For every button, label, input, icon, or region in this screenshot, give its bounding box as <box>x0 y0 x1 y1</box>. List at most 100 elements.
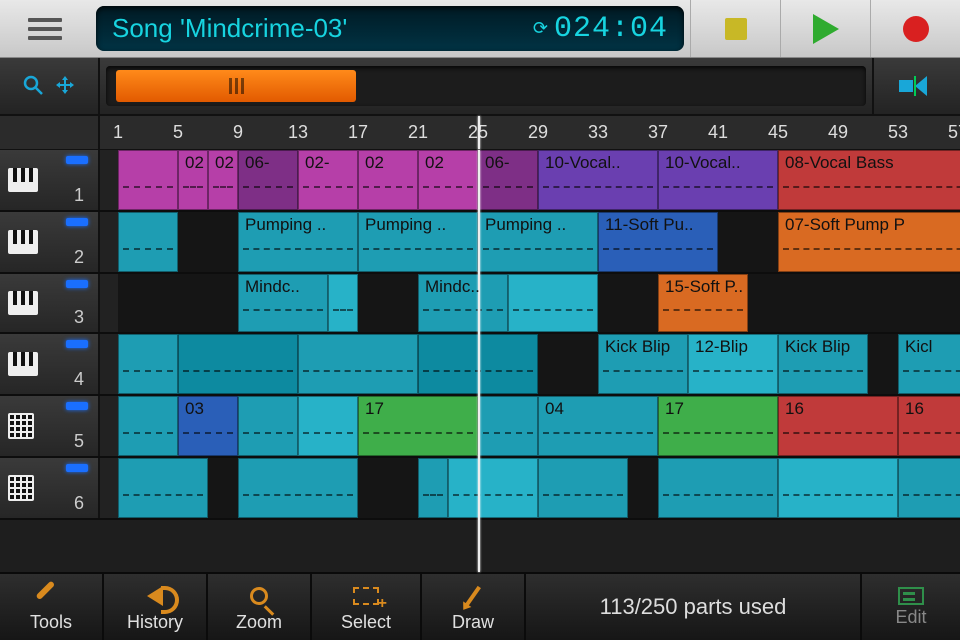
clip[interactable] <box>538 458 628 518</box>
viewport-region[interactable] <box>116 70 356 102</box>
clip[interactable]: 12-Blip <box>688 334 778 394</box>
empty-region <box>178 212 238 272</box>
history-button[interactable]: History <box>104 574 208 640</box>
clip[interactable]: 03 <box>178 396 238 456</box>
track-lane[interactable]: 020206-02-020206-10-Vocal..10-Vocal..08-… <box>100 150 960 210</box>
track-row: 3 Mindc.. Mindc.. 15-Soft P.. <box>0 274 960 334</box>
clip-label: 17 <box>665 399 684 418</box>
footer-toolbar: Tools History Zoom Select Draw 113/250 p… <box>0 572 960 640</box>
clip[interactable] <box>118 212 178 272</box>
track-header[interactable]: 4 <box>0 334 100 394</box>
menu-button[interactable] <box>0 0 90 57</box>
clip[interactable]: Pumping .. <box>478 212 598 272</box>
marquee-icon <box>353 587 379 605</box>
level-meter <box>66 402 88 410</box>
clip[interactable]: Kicl <box>898 334 960 394</box>
overview-scroll[interactable] <box>106 66 866 106</box>
clip[interactable]: Pumping .. <box>358 212 478 272</box>
clip[interactable]: 16 <box>778 396 898 456</box>
zoom-nav-button[interactable] <box>0 58 100 114</box>
clip[interactable] <box>118 396 178 456</box>
track-lane[interactable]: 03 17 04 17 16 16 <box>100 396 960 456</box>
clip[interactable] <box>418 334 538 394</box>
ruler-tick: 1 <box>113 122 123 143</box>
clip[interactable]: 08-Vocal Bass <box>778 150 960 210</box>
empty-region <box>358 274 418 332</box>
stop-button[interactable] <box>690 0 780 57</box>
clip[interactable] <box>118 150 178 210</box>
clip[interactable]: 02 <box>208 150 238 210</box>
clip[interactable]: 02 <box>418 150 478 210</box>
clip[interactable]: 15-Soft P.. <box>658 274 748 332</box>
clip[interactable] <box>448 458 538 518</box>
clip[interactable]: 06- <box>238 150 298 210</box>
clip[interactable]: Kick Blip <box>598 334 688 394</box>
clip[interactable]: 10-Vocal.. <box>538 150 658 210</box>
ruler-tick: 5 <box>173 122 183 143</box>
clip[interactable] <box>118 334 178 394</box>
clip[interactable] <box>478 396 538 456</box>
empty-region <box>118 274 238 332</box>
track-header[interactable]: 5 <box>0 396 100 456</box>
empty-region <box>598 274 658 332</box>
clip[interactable]: 17 <box>658 396 778 456</box>
clip[interactable]: 17 <box>358 396 478 456</box>
clip[interactable]: 04 <box>538 396 658 456</box>
clip[interactable]: 06- <box>478 150 538 210</box>
timeline-ruler[interactable]: 159131721252933374145495357 <box>100 116 960 149</box>
clip[interactable] <box>298 396 358 456</box>
clip[interactable] <box>658 458 778 518</box>
clip-label: 03 <box>185 399 204 418</box>
clip[interactable]: 07-Soft Pump P <box>778 212 960 272</box>
clip-label: 16 <box>785 399 804 418</box>
edit-button[interactable]: Edit <box>860 574 960 640</box>
select-label: Select <box>341 612 391 633</box>
clip[interactable]: 02 <box>358 150 418 210</box>
play-button[interactable] <box>780 0 870 57</box>
track-lane[interactable]: Pumping ..Pumping ..Pumping ..11-Soft Pu… <box>100 212 960 272</box>
clip[interactable]: 02 <box>178 150 208 210</box>
track-header[interactable]: 1 <box>0 150 100 210</box>
clip[interactable] <box>418 458 448 518</box>
ruler-tick: 17 <box>348 122 368 143</box>
track-header[interactable]: 6 <box>0 458 100 518</box>
record-button[interactable] <box>870 0 960 57</box>
piano-keys-icon <box>8 168 38 192</box>
track-header[interactable]: 3 <box>0 274 100 332</box>
track-number: 5 <box>74 431 84 452</box>
song-display[interactable]: Song 'Mindcrime-03' ⟳ 024:04 <box>96 6 684 51</box>
clip[interactable] <box>328 274 358 332</box>
clip-label: Kicl <box>905 337 932 356</box>
clip[interactable]: Pumping .. <box>238 212 358 272</box>
clip[interactable] <box>898 458 960 518</box>
clip[interactable] <box>118 458 208 518</box>
zoom-button[interactable]: Zoom <box>208 574 312 640</box>
select-button[interactable]: Select <box>312 574 422 640</box>
clip[interactable]: Mindc.. <box>238 274 328 332</box>
tools-button[interactable]: Tools <box>0 574 104 640</box>
clip-label: Pumping .. <box>365 215 446 234</box>
track-header[interactable]: 2 <box>0 212 100 272</box>
clip[interactable]: Kick Blip <box>778 334 868 394</box>
clip[interactable]: 02- <box>298 150 358 210</box>
track-lane[interactable] <box>100 458 960 518</box>
clip[interactable] <box>298 334 418 394</box>
clip[interactable]: 16 <box>898 396 960 456</box>
empty-region <box>538 334 598 394</box>
clip[interactable] <box>178 334 298 394</box>
clip[interactable]: 11-Soft Pu.. <box>598 212 718 272</box>
track-lane[interactable]: Kick Blip12-BlipKick Blip Kicl <box>100 334 960 394</box>
clip[interactable]: 10-Vocal.. <box>658 150 778 210</box>
snap-marker-button[interactable] <box>872 58 960 114</box>
ruler-tick: 53 <box>888 122 908 143</box>
ruler-tick: 21 <box>408 122 428 143</box>
ruler-tick: 57 <box>948 122 960 143</box>
clip[interactable]: Mindc.. <box>418 274 508 332</box>
clip[interactable] <box>778 458 898 518</box>
clip[interactable] <box>238 396 298 456</box>
clip[interactable] <box>238 458 358 518</box>
track-lane[interactable]: Mindc.. Mindc.. 15-Soft P.. <box>100 274 960 332</box>
clip[interactable] <box>508 274 598 332</box>
clip-label: 10-Vocal.. <box>665 153 741 172</box>
draw-button[interactable]: Draw <box>422 574 526 640</box>
